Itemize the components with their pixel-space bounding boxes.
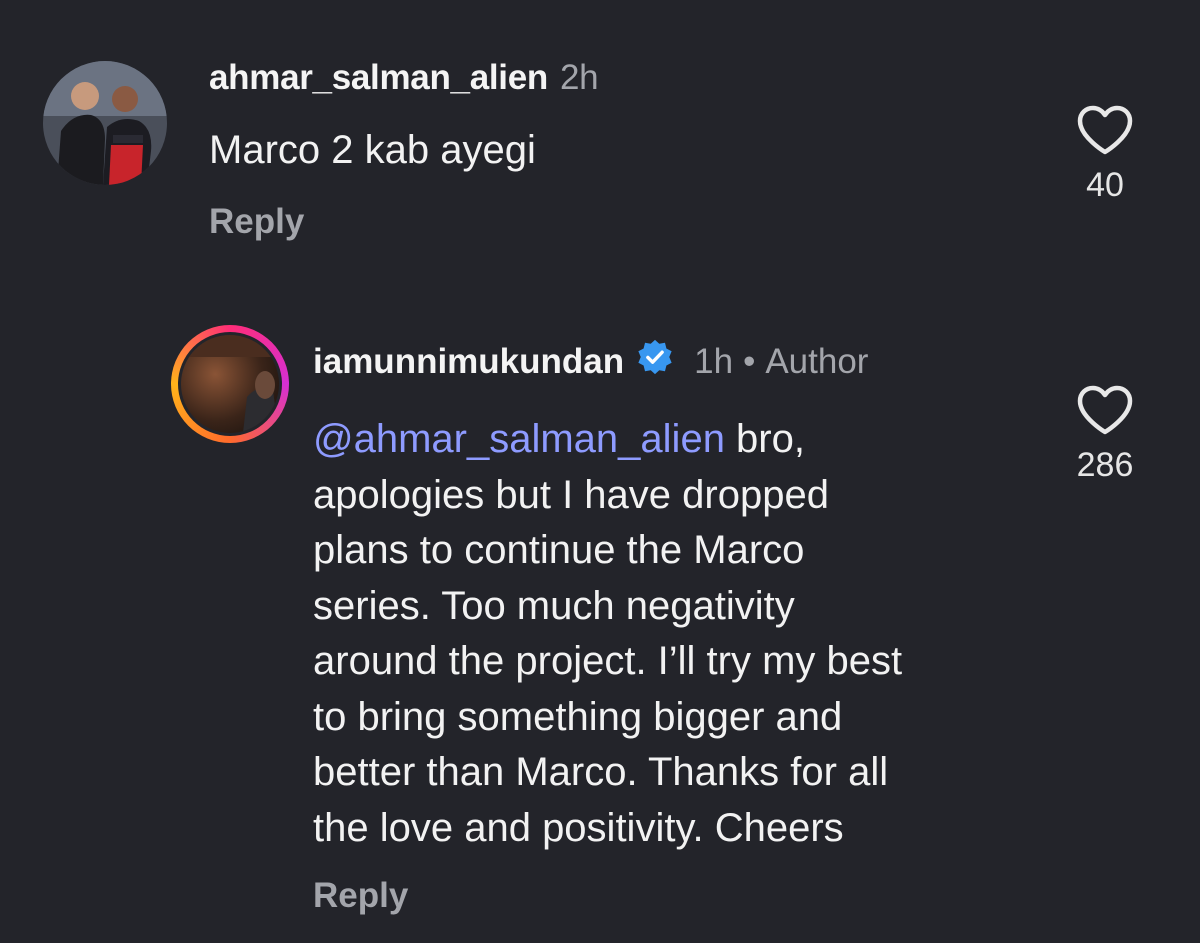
story-ring[interactable] [171, 325, 289, 443]
comment-text: @ahmar_salman_alien bro, apologies but I… [313, 412, 1033, 856]
username[interactable]: iamunnimukundan [313, 342, 624, 382]
username[interactable]: ahmar_salman_alien [209, 58, 548, 97]
comment-line: the love and positivity. Cheers [313, 805, 844, 850]
avatar-iamunnimukundan [181, 335, 279, 433]
like-count: 286 [1076, 446, 1134, 484]
avatar-photo-icon [181, 335, 279, 433]
comment-line: series. Too much negativity [313, 583, 795, 628]
separator-dot: • [743, 341, 756, 381]
author-badge: Author [765, 341, 869, 381]
comment-line: plans to continue the Marco [313, 528, 805, 572]
comment-line-text: bro, [724, 417, 805, 461]
comment-line: @ahmar_salman_alien bro, [313, 412, 1033, 468]
comment-text: Marco 2 kab ayegi [209, 128, 536, 172]
reply-button[interactable]: Reply [313, 876, 408, 916]
comment-header: ahmar_salman_alien 2h [209, 58, 599, 98]
comment-header: iamunnimukundan 1h • Author [313, 338, 868, 385]
avatar-ring-gap [178, 332, 282, 436]
comment-line: around the project. I’ll try my best [313, 639, 903, 683]
avatar-photo-icon [43, 61, 167, 185]
comment-line: apologies but I have dropped [313, 472, 829, 517]
comment-line: better than Marco. Thanks for all [313, 750, 889, 794]
mention-link[interactable]: @ahmar_salman_alien [313, 417, 725, 461]
like-count: 40 [1086, 166, 1124, 204]
like-control: 40 [1045, 104, 1165, 205]
verified-badge-icon [636, 338, 674, 385]
timestamp: 2h [559, 58, 599, 97]
heart-icon[interactable] [1076, 384, 1134, 436]
avatar-ahmar[interactable] [43, 61, 167, 185]
heart-icon[interactable] [1076, 104, 1134, 156]
timestamp: 1h [694, 341, 734, 381]
like-control: 286 [1045, 384, 1165, 485]
comment-line: to bring something bigger and [313, 694, 843, 739]
reply-button[interactable]: Reply [209, 202, 304, 242]
